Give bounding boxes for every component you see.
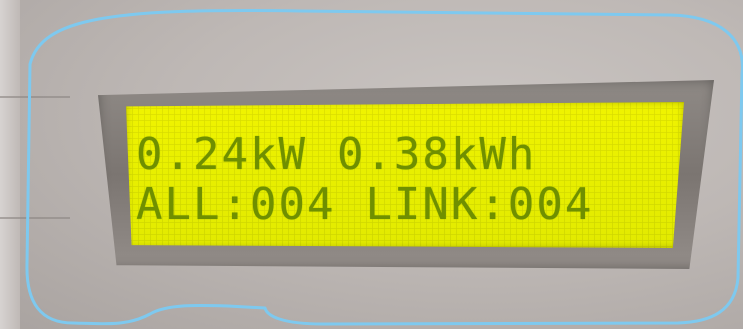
device-panel: 0.24kW 0.38kWh ALL:004 LINK:004 bbox=[0, 0, 743, 329]
all-count-reading: ALL:004 bbox=[136, 178, 336, 230]
energy-reading: 0.38kWh bbox=[336, 128, 537, 180]
link-count-reading: LINK:004 bbox=[365, 178, 594, 230]
lcd-row-2: ALL:004 LINK:004 bbox=[136, 176, 676, 232]
lcd-row-1: 0.24kW 0.38kWh bbox=[136, 126, 676, 182]
power-reading: 0.24kW bbox=[136, 128, 307, 180]
